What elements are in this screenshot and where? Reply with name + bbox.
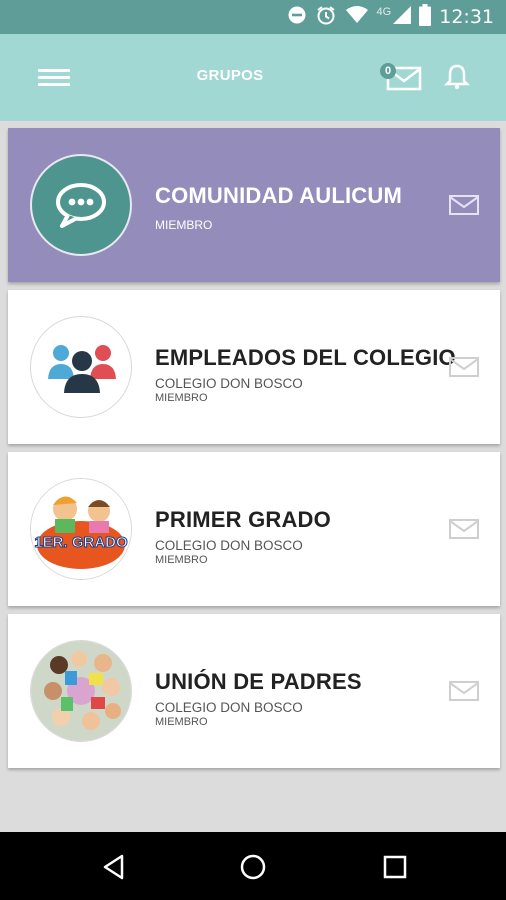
group-avatar: 1ER. GRADO [30, 478, 132, 580]
clock: 12:31 [439, 6, 494, 28]
do-not-disturb-icon [287, 5, 307, 30]
message-group-button[interactable] [449, 356, 479, 383]
group-name: COMUNIDAD AULICUM [155, 183, 403, 208]
bell-icon [443, 64, 471, 90]
envelope-icon [449, 519, 479, 539]
group-school: COLEGIO DON BOSCO [155, 700, 303, 715]
first-grade-badge: 1ER. GRADO [31, 479, 131, 579]
message-group-button[interactable] [449, 194, 479, 221]
envelope-icon [449, 681, 479, 701]
home-circle-icon [240, 854, 266, 880]
people-icon [48, 345, 116, 393]
group-avatar [30, 316, 132, 418]
recents-square-icon [383, 855, 407, 879]
svg-text:1ER. GRADO: 1ER. GRADO [34, 534, 128, 551]
alarm-icon [315, 4, 337, 31]
message-group-button[interactable] [449, 518, 479, 545]
back-triangle-icon [103, 854, 124, 880]
group-card[interactable]: EMPLEADOS DEL COLEGIO COLEGIO DON BOSCO … [8, 290, 500, 444]
group-name: EMPLEADOS DEL COLEGIO [155, 345, 456, 370]
message-group-button[interactable] [449, 680, 479, 707]
group-role: MIEMBRO [155, 392, 208, 404]
status-bar: 4G 12:31 [0, 0, 506, 34]
system-navigation-bar [0, 832, 506, 900]
wifi-icon [345, 5, 369, 30]
group-avatar [30, 640, 132, 742]
group-role: MIEMBRO [155, 554, 208, 566]
battery-icon [419, 3, 432, 31]
group-name: UNIÓN DE PADRES [155, 669, 362, 694]
chat-bubble-icon [56, 183, 106, 228]
group-card[interactable]: COMUNIDAD AULICUM MIEMBRO [8, 128, 500, 282]
group-school: COLEGIO DON BOSCO [155, 538, 303, 553]
home-button[interactable] [240, 854, 266, 885]
group-name: PRIMER GRADO [155, 507, 331, 532]
children-photo [31, 641, 131, 741]
group-school: COLEGIO DON BOSCO [155, 376, 303, 391]
group-role: MIEMBRO [155, 716, 208, 728]
back-button[interactable] [101, 854, 127, 885]
signal-icon [393, 5, 412, 29]
group-card[interactable]: UNIÓN DE PADRES COLEGIO DON BOSCO MIEMBR… [8, 614, 500, 768]
unread-badge: 0 [380, 63, 396, 79]
group-card[interactable]: 1ER. GRADO PRIMER GRADO COLEGIO DON BOSC… [8, 452, 500, 606]
notifications-button[interactable] [442, 62, 472, 97]
group-role: MIEMBRO [155, 218, 213, 232]
group-avatar [30, 154, 132, 256]
recents-button[interactable] [382, 854, 408, 885]
envelope-icon [449, 357, 479, 377]
app-bar: GRUPOS 0 [0, 34, 506, 121]
envelope-icon [449, 195, 479, 215]
network-type-label: 4G [376, 6, 392, 18]
